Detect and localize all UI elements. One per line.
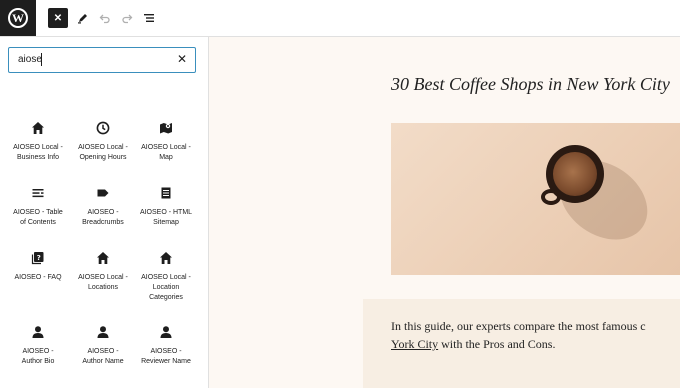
- paragraph-line-1: In this guide, our experts compare the m…: [391, 319, 646, 333]
- house-icon: [29, 119, 47, 137]
- block-label: AIOSEO - Reviewer Name: [141, 348, 191, 365]
- block-label: AIOSEO Local - Locations: [78, 274, 128, 291]
- block-aioseo-table-of-contents[interactable]: AIOSEO - Table of Contents: [5, 184, 71, 228]
- sitemap-icon: [157, 184, 175, 202]
- block-aioseo-faq[interactable]: ? AIOSEO - FAQ: [5, 249, 71, 283]
- redo-button[interactable]: [117, 8, 137, 28]
- block-aioseo-author-bio[interactable]: AIOSEO - Author Bio: [5, 323, 71, 367]
- house-icon: [157, 249, 175, 267]
- wordpress-logo-icon: W: [8, 8, 28, 28]
- block-aioseo-local-opening-hours[interactable]: AIOSEO Local - Opening Hours: [70, 119, 136, 163]
- person-icon: [94, 323, 112, 341]
- redo-icon: [122, 14, 133, 24]
- person-icon: [29, 323, 47, 341]
- pencil-icon: [78, 14, 87, 24]
- undo-button[interactable]: [95, 8, 115, 28]
- close-inserter-button[interactable]: ✕: [48, 8, 68, 28]
- block-label: AIOSEO - Breadcrumbs: [82, 209, 124, 226]
- tools-button[interactable]: [73, 8, 93, 28]
- block-aioseo-reviewer-name[interactable]: AIOSEO - Reviewer Name: [133, 323, 199, 367]
- faq-icon: ?: [29, 249, 47, 267]
- block-aioseo-local-locations[interactable]: AIOSEO Local - Locations: [70, 249, 136, 293]
- featured-image[interactable]: [391, 123, 680, 275]
- breadcrumbs-icon: [94, 184, 112, 202]
- paragraph-line-2: with the Pros and Cons.: [438, 337, 556, 351]
- list-view-icon: [144, 14, 154, 22]
- map-icon: [157, 119, 175, 137]
- wordpress-logo-button[interactable]: W: [0, 0, 36, 36]
- block-aioseo-breadcrumbs[interactable]: AIOSEO - Breadcrumbs: [70, 184, 136, 228]
- block-aioseo-html-sitemap[interactable]: AIOSEO - HTML Sitemap: [133, 184, 199, 228]
- svg-text:?: ?: [37, 254, 41, 262]
- coffee-surface: [553, 152, 597, 196]
- block-label: AIOSEO - Author Bio: [21, 348, 55, 365]
- paragraph-link[interactable]: York City: [391, 337, 438, 351]
- house-icon: [94, 249, 112, 267]
- undo-icon: [99, 14, 110, 24]
- block-label: AIOSEO - FAQ: [14, 274, 62, 281]
- paragraph-text[interactable]: In this guide, our experts compare the m…: [391, 317, 680, 353]
- block-search-input[interactable]: aiose ✕: [8, 47, 196, 73]
- block-aioseo-local-business-info[interactable]: AIOSEO Local - Business Info: [5, 119, 71, 163]
- block-aioseo-author-name[interactable]: AIOSEO - Author Name: [70, 323, 136, 367]
- close-icon: ✕: [53, 12, 63, 24]
- block-label: AIOSEO - Author Name: [82, 348, 124, 365]
- block-label: AIOSEO Local - Business Info: [13, 144, 63, 161]
- block-inserter-panel: aiose ✕ AIOSEO Local - Business Info AIOS…: [0, 37, 209, 388]
- post-title[interactable]: 30 Best Coffee Shops in New York City: [391, 74, 670, 95]
- block-label: AIOSEO Local - Map: [141, 144, 191, 161]
- search-value: aiose: [18, 54, 42, 65]
- block-label: AIOSEO - HTML Sitemap: [139, 209, 193, 226]
- block-aioseo-local-location-categories[interactable]: AIOSEO Local - Location Categories: [133, 249, 199, 303]
- editor-canvas[interactable]: 30 Best Coffee Shops in New York City In…: [209, 37, 680, 388]
- wordpress-logo-letter: W: [12, 11, 24, 25]
- clear-search-button[interactable]: ✕: [177, 53, 187, 66]
- block-label: AIOSEO Local - Opening Hours: [78, 144, 128, 161]
- table-of-contents-icon: [29, 184, 47, 202]
- block-label: AIOSEO Local - Location Categories: [141, 274, 191, 301]
- block-aioseo-local-map[interactable]: AIOSEO Local - Map: [133, 119, 199, 163]
- clock-icon: [94, 119, 112, 137]
- block-label: AIOSEO - Table of Contents: [13, 209, 63, 226]
- editor-toolbar: W ✕: [0, 0, 680, 37]
- text-caret: [41, 53, 42, 66]
- list-view-button[interactable]: [139, 8, 159, 28]
- person-icon: [157, 323, 175, 341]
